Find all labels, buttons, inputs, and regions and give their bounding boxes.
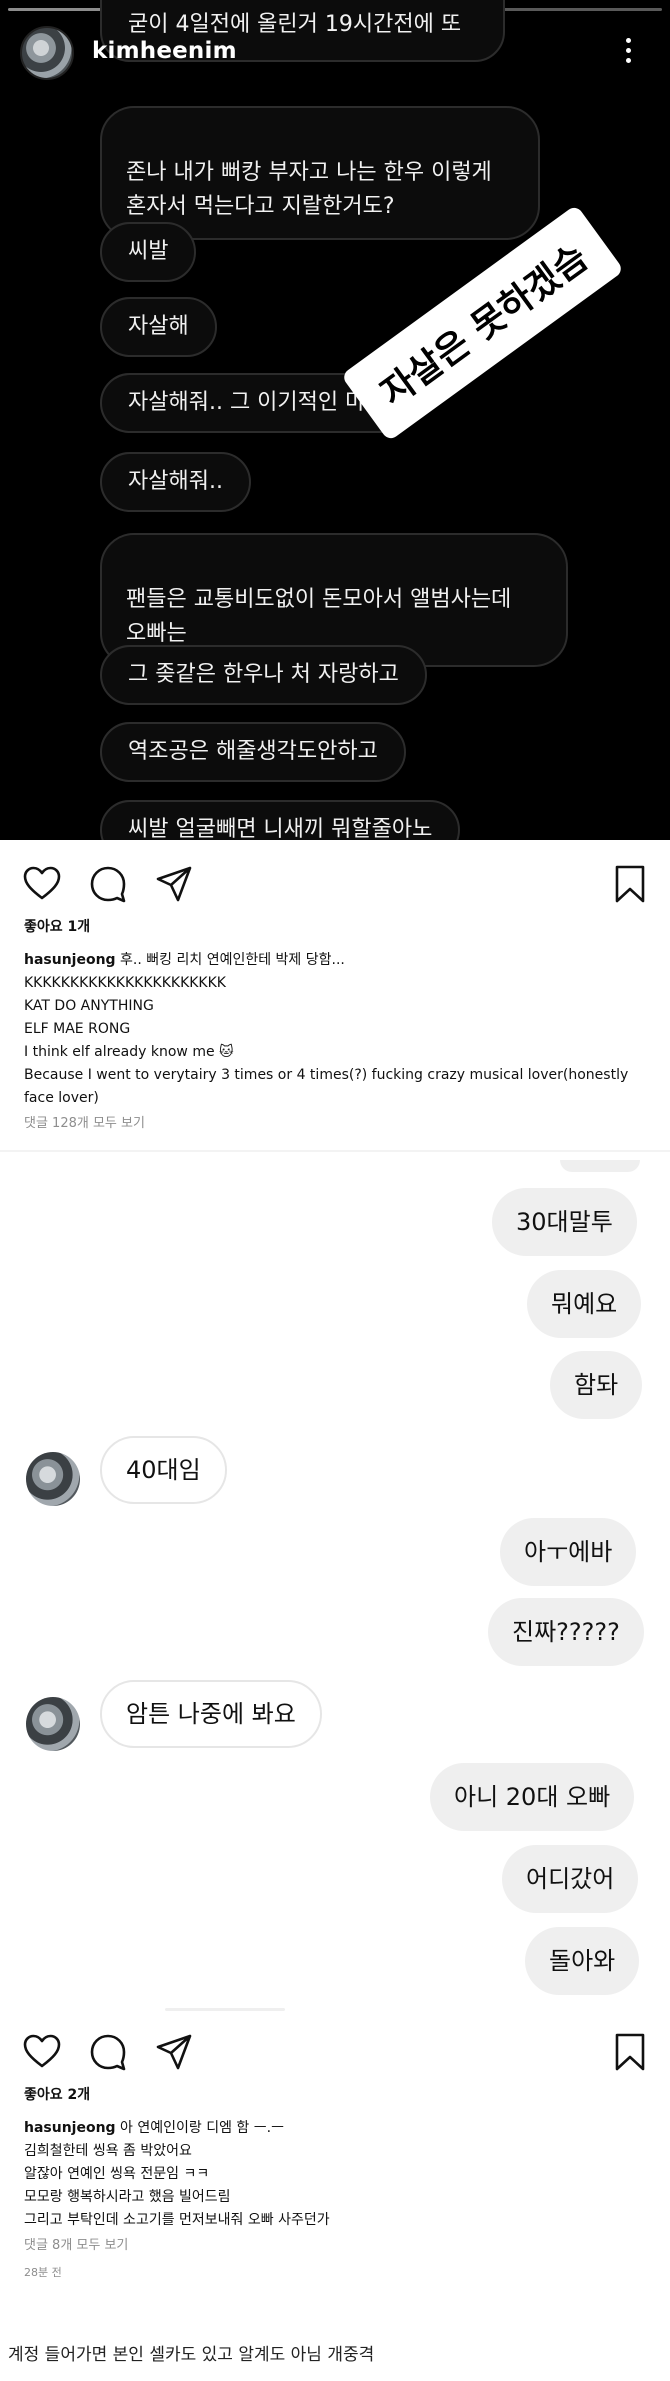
comment-icon[interactable]: [88, 864, 128, 904]
avatar[interactable]: [20, 26, 74, 80]
more-options-icon[interactable]: [622, 38, 634, 70]
share-icon[interactable]: [154, 2032, 194, 2072]
avatar[interactable]: [26, 1697, 80, 1751]
post-meta: 좋아요 2개 hasunjeong 아 연예인이랑 디엠 함 ㅡ.ㅡ 김희철한테…: [24, 2084, 654, 2284]
post-caption: hasunjeong 후.. 뻐킹 리치 연예인한테 박제 당함...: [24, 949, 654, 972]
post-timestamp: 28분 전: [24, 2266, 62, 2279]
share-icon[interactable]: [154, 864, 194, 904]
story-message: 씨발: [100, 222, 197, 282]
avatar[interactable]: [26, 1452, 80, 1506]
heart-icon[interactable]: [22, 864, 62, 904]
dm-bubble-cut: [560, 1160, 640, 1172]
story-message-text: 씨발: [128, 239, 169, 264]
caption-username[interactable]: hasunjeong: [24, 2120, 116, 2136]
story-screenshot: 굳이 4일전에 올린거 19시간전에 또 kimheenim 존나 내가 뻐캉 …: [0, 0, 670, 840]
caption-line: ELF MAE RONG: [24, 1021, 131, 1037]
caption-text: 후.. 뻐킹 리치 연예인한테 박제 당함...: [120, 952, 345, 968]
post-action-bar: [0, 2020, 670, 2080]
outgoing-message: 아ㅜ에바: [500, 1518, 637, 1586]
caption-line: 알잖아 연예인 씽욕 전문임 ㅋㅋ: [24, 2166, 210, 2182]
outgoing-message: 뭐예요: [527, 1270, 642, 1338]
outgoing-message: 함돠: [550, 1351, 643, 1419]
story-username[interactable]: kimheenim: [92, 38, 237, 64]
heart-icon[interactable]: [22, 2032, 62, 2072]
view-comments-link[interactable]: 댓글 128개 모두 보기: [24, 1112, 654, 1135]
caption-line: KAT DO ANYTHING: [24, 998, 154, 1014]
caption-line: face lover): [24, 1090, 99, 1106]
incoming-message: 40대임: [100, 1436, 227, 1504]
bookmark-icon[interactable]: [610, 2032, 650, 2072]
story-message: 자살해줘..: [100, 452, 251, 512]
caption-username[interactable]: hasunjeong: [24, 952, 116, 968]
incoming-message: 암튼 나중에 봐요: [100, 1680, 322, 1748]
story-message: 자살해: [100, 297, 217, 357]
story-message-text: 자살해줘.. 그 이기적인 마음: [128, 390, 386, 415]
likes-count[interactable]: 좋아요 1개: [24, 916, 654, 939]
view-comments-link[interactable]: 댓글 8개 모두 보기: [24, 2234, 654, 2257]
story-message-text: 그 좆같은 한우나 처 자랑하고: [128, 662, 399, 687]
story-message: 존나 내가 뻐캉 부자고 나는 한우 이렇게 혼자서 먹는다고 지랄한거도?: [100, 106, 540, 240]
story-message-text: 팬들은 교통비도없이 돈모아서 앨범사는데 오빠는: [126, 587, 512, 646]
caption-line: 김희철한테 씽욕 좀 박았어요: [24, 2143, 192, 2159]
dm-divider: [0, 1150, 670, 1152]
story-message-text: 자살해줘..: [128, 469, 223, 494]
footer-caption: 계정 들어가면 본인 셀카도 있고 알계도 아님 개중격: [8, 2345, 375, 2365]
caption-line: 그리고 부탁인데 소고기를 먼저보내줘 오빠 사주던가: [24, 2212, 330, 2228]
outgoing-message: 아니 20대 오빠: [430, 1763, 635, 1831]
outgoing-message: 30대말투: [492, 1188, 637, 1256]
caption-line: I think elf already know me 🐱: [24, 1044, 234, 1060]
caption-text: 아 연예인이랑 디엠 함 ㅡ.ㅡ: [120, 2120, 284, 2136]
caption-line: KKKKKKKKKKKKKKKKKKKKKK: [24, 975, 226, 991]
likes-count[interactable]: 좋아요 2개: [24, 2084, 654, 2107]
caption-line: 모모랑 행복하시라고 했음 빌어드림: [24, 2189, 231, 2205]
story-message: 씨발 얼굴빼면 니새끼 뭐할줄아노: [100, 800, 461, 840]
outgoing-message: 진짜?????: [488, 1598, 644, 1666]
caption-line: Because I went to verytairy 3 times or 4…: [24, 1067, 629, 1083]
story-message-text: 자살해: [128, 314, 189, 339]
post-caption: hasunjeong 아 연예인이랑 디엠 함 ㅡ.ㅡ: [24, 2117, 654, 2140]
bookmark-icon[interactable]: [610, 864, 650, 904]
story-message-text: 존나 내가 뻐캉 부자고 나는 한우 이렇게 혼자서 먹는다고 지랄한거도?: [126, 160, 492, 219]
story-message-text: 씨발 얼굴빼면 니새끼 뭐할줄아노: [128, 817, 433, 840]
story-message-text: 굳이 4일전에 올린거 19시간전에 또: [128, 12, 462, 37]
post-meta: 좋아요 1개 hasunjeong 후.. 뻐킹 리치 연예인한테 박제 당함.…: [24, 916, 654, 1135]
dm-input-fade: [165, 2008, 285, 2011]
text-sticker: 자살은 못하겠슴: [344, 208, 621, 438]
story-message-text: 역조공은 해줄생각도안하고: [128, 739, 378, 764]
story-message: 그 좆같은 한우나 처 자랑하고: [100, 645, 427, 705]
outgoing-message: 어디갔어: [502, 1845, 639, 1913]
outgoing-message: 돌아와: [525, 1927, 640, 1995]
comment-icon[interactable]: [88, 2032, 128, 2072]
story-message: 역조공은 해줄생각도안하고: [100, 722, 406, 782]
post-action-bar: [0, 852, 670, 912]
